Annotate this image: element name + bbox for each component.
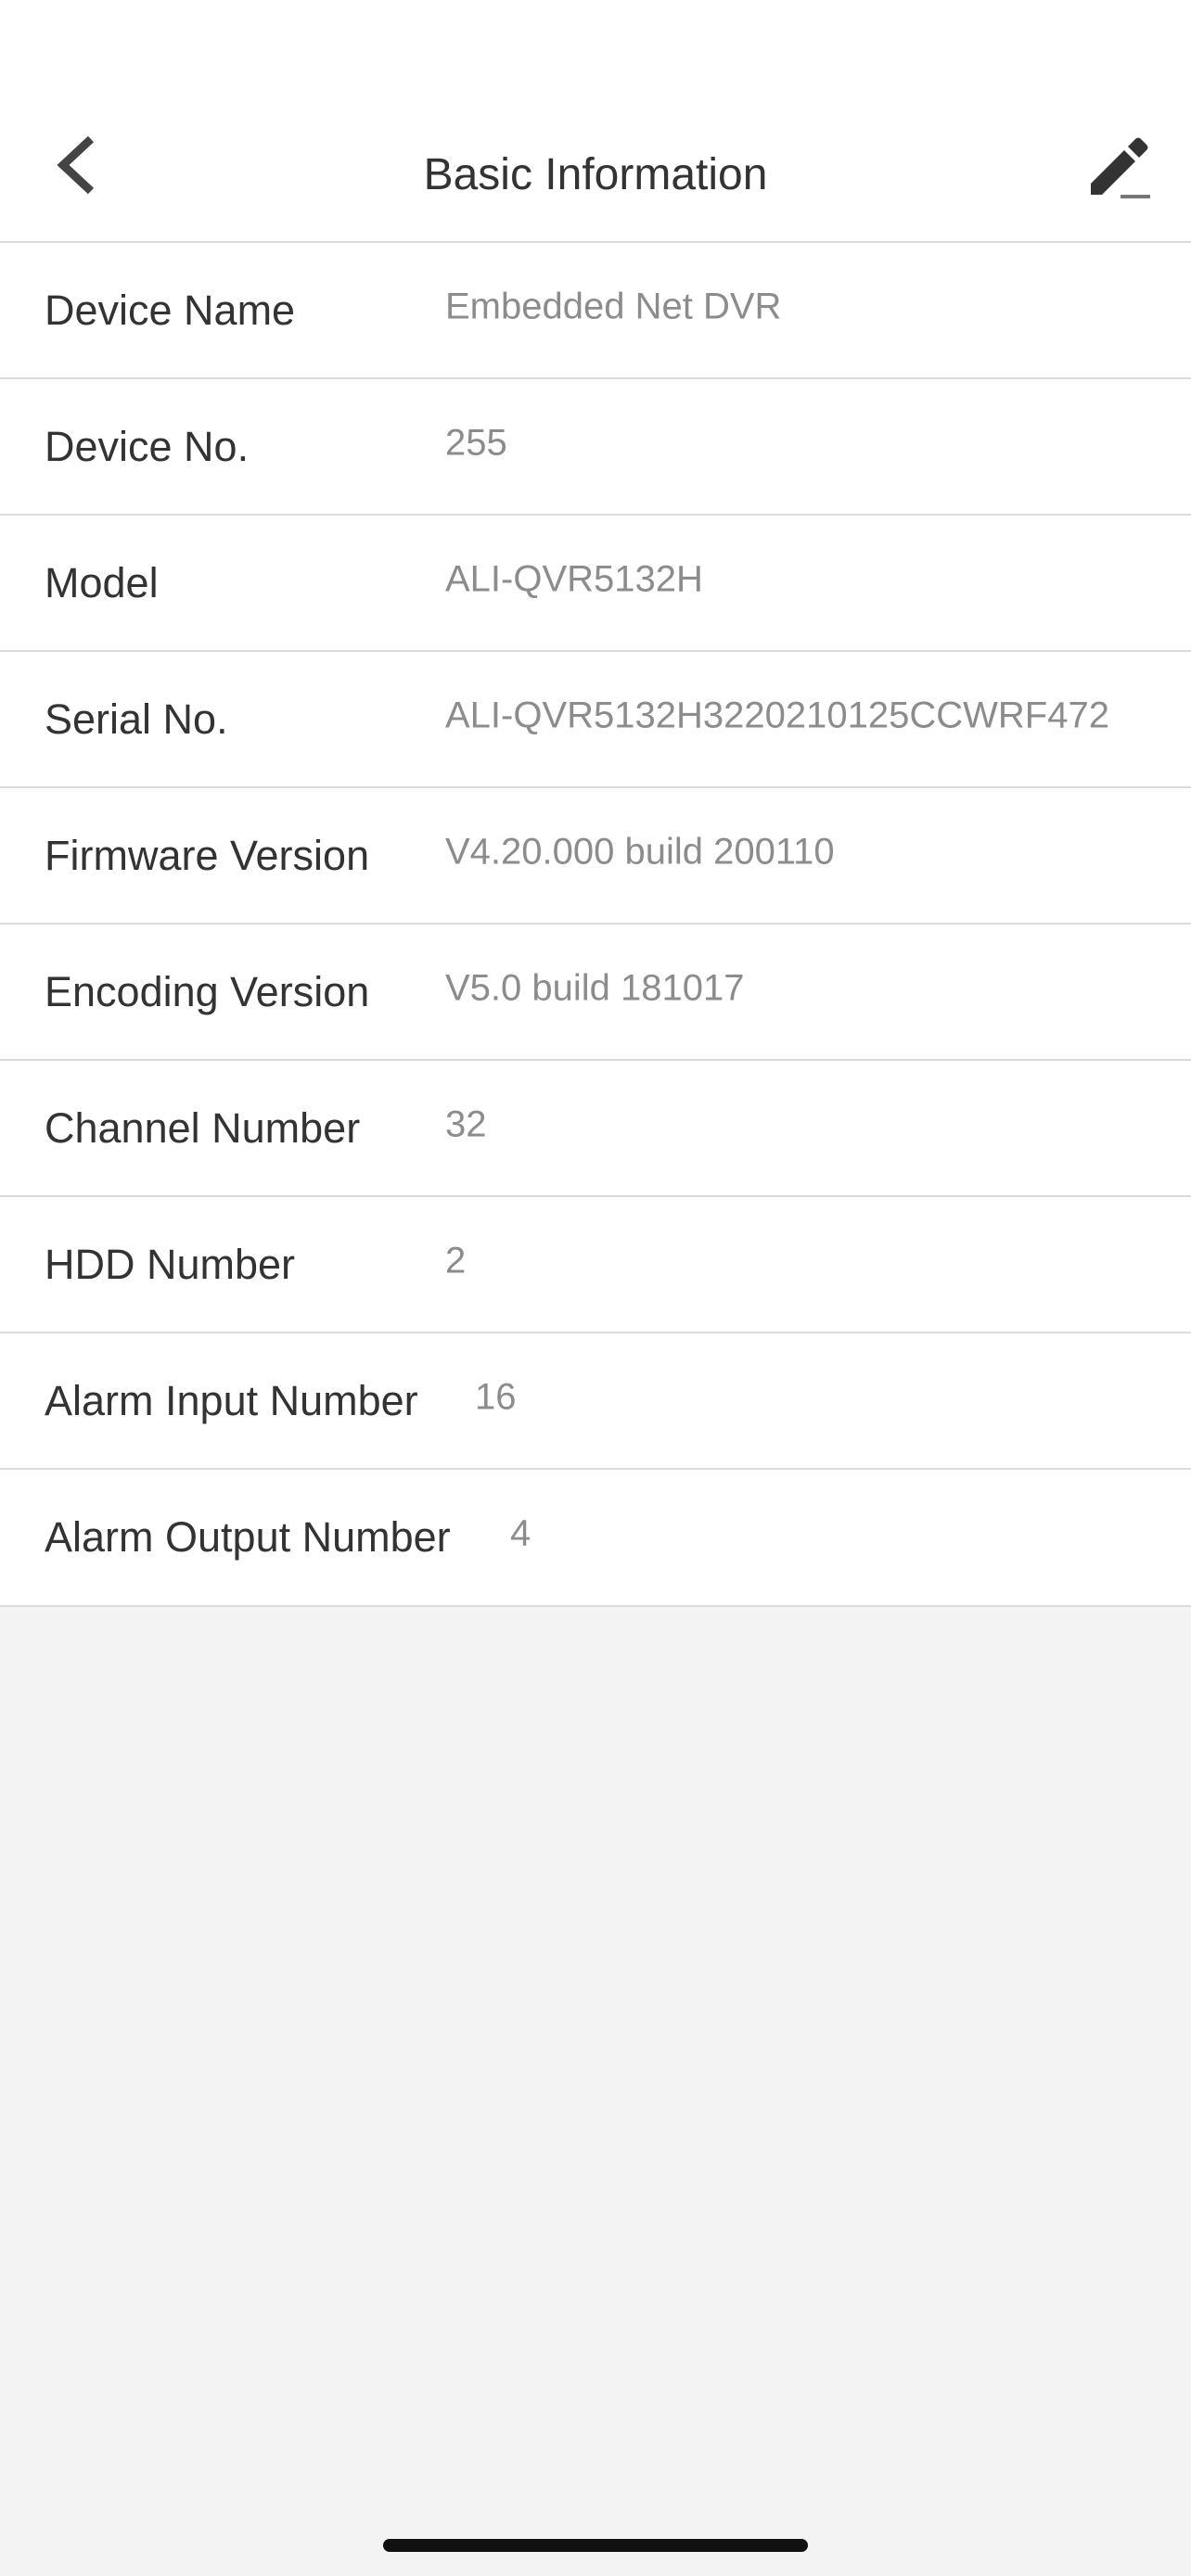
- info-list: Device Name Embedded Net DVR Device No. …: [0, 243, 1191, 1607]
- channel-number-label: Channel Number: [45, 1103, 361, 1152]
- model-value: ALI-QVR5132H: [445, 558, 703, 599]
- channel-number-value: 32: [445, 1103, 487, 1144]
- alarm-output-number-value: 4: [510, 1512, 531, 1554]
- device-no-label: Device No.: [45, 422, 250, 470]
- info-row-firmware-version[interactable]: Firmware Version V4.20.000 build 200110: [0, 788, 1191, 925]
- serial-no-value: ALI-QVR5132H3220210125CCWRF472: [445, 695, 1109, 735]
- info-row-channel-number[interactable]: Channel Number 32: [0, 1061, 1191, 1197]
- firmware-version-label: Firmware Version: [45, 831, 370, 879]
- device-no-value: 255: [445, 422, 507, 463]
- home-indicator: [383, 2539, 808, 2552]
- back-button[interactable]: [37, 121, 121, 204]
- alarm-output-number-label: Alarm Output Number: [45, 1513, 451, 1561]
- device-name-value: Embedded Net DVR: [445, 286, 782, 326]
- serial-no-label: Serial No.: [45, 695, 228, 743]
- navigation-bar: Basic Information: [0, 93, 1191, 243]
- model-label: Model: [45, 558, 159, 606]
- info-row-serial-no[interactable]: Serial No. ALI-QVR5132H3220210125CCWRF47…: [0, 652, 1191, 788]
- pencil-icon: [1091, 137, 1150, 198]
- info-row-encoding-version[interactable]: Encoding Version V5.0 build 181017: [0, 925, 1191, 1061]
- info-row-alarm-output-number[interactable]: Alarm Output Number 4: [0, 1470, 1191, 1607]
- info-row-alarm-input-number[interactable]: Alarm Input Number 16: [0, 1333, 1191, 1470]
- top-area: Basic Information: [0, 0, 1191, 243]
- chevron-left-icon: [57, 135, 95, 195]
- info-row-device-no[interactable]: Device No. 255: [0, 379, 1191, 516]
- page-title: Basic Information: [423, 150, 768, 199]
- hdd-number-label: HDD Number: [45, 1240, 296, 1288]
- alarm-input-number-label: Alarm Input Number: [45, 1376, 418, 1424]
- firmware-version-value: V4.20.000 build 200110: [445, 831, 835, 872]
- info-row-device-name[interactable]: Device Name Embedded Net DVR: [0, 243, 1191, 379]
- device-name-label: Device Name: [45, 286, 296, 334]
- encoding-version-label: Encoding Version: [45, 967, 370, 1015]
- hdd-number-value: 2: [445, 1240, 467, 1281]
- info-row-hdd-number[interactable]: HDD Number 2: [0, 1197, 1191, 1333]
- alarm-input-number-value: 16: [475, 1376, 517, 1417]
- info-row-model[interactable]: Model ALI-QVR5132H: [0, 516, 1191, 652]
- encoding-version-value: V5.0 build 181017: [445, 967, 745, 1008]
- edit-button[interactable]: [1082, 128, 1156, 202]
